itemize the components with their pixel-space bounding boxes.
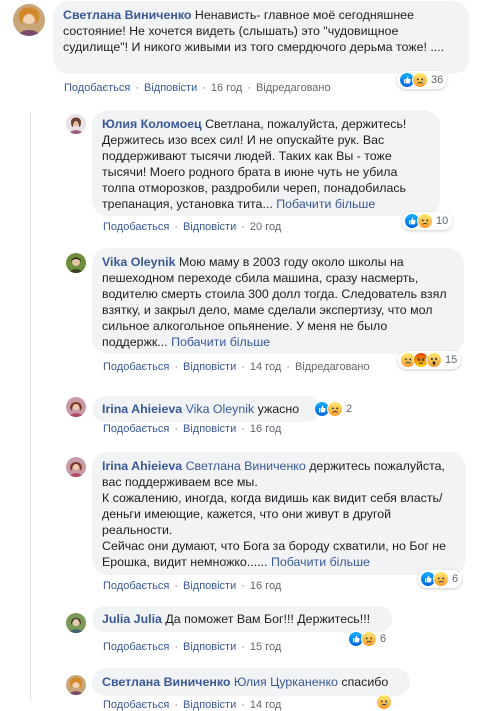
avatar[interactable] <box>66 457 86 477</box>
comment-text: спасибо <box>341 675 389 689</box>
author-name[interactable]: Irina Ahieieva <box>102 402 182 416</box>
sad-icon <box>433 571 449 587</box>
author-name[interactable]: Светлана Виниченко <box>102 675 230 689</box>
comment-bubble: Светлана Виниченко Юлия Цурканенко спаси… <box>92 668 410 696</box>
timestamp[interactable]: 14 год <box>250 361 281 373</box>
timestamp[interactable]: 16 год <box>211 82 242 94</box>
reaction-summary[interactable]: 6 <box>418 570 463 588</box>
author-name[interactable]: Светлана Виниченко <box>63 8 191 22</box>
timestamp[interactable]: 16 год <box>250 580 281 592</box>
comment-bubble: Irina Ahieieva Vika Oleynik ужасно <box>92 396 320 422</box>
thread-line <box>30 112 31 700</box>
sad-icon <box>361 631 377 647</box>
timestamp[interactable]: 15 год <box>250 641 281 653</box>
edited-label[interactable]: Відредаговано <box>256 82 331 94</box>
author-name[interactable]: Vika Oleynik <box>102 255 175 269</box>
author-name[interactable]: Irina Ahieieva <box>102 459 182 473</box>
sad-icon <box>327 401 343 417</box>
comment-actions: Подобається · Відповісти · 20 год <box>103 221 282 233</box>
reaction-count: 36 <box>431 74 444 86</box>
comment-actions: Подобається · Відповісти · 16 год <box>103 580 282 592</box>
like-button[interactable]: Подобається <box>103 699 169 711</box>
timestamp[interactable]: 14 год <box>250 699 281 711</box>
mention-link[interactable]: Светлана Виниченко <box>186 459 306 473</box>
reaction-summary[interactable]: 36 <box>397 71 448 89</box>
see-more-link[interactable]: Побачити більше <box>271 555 370 569</box>
comment-text: К сожалению, иногда, когда видишь как ви… <box>102 491 443 537</box>
comment-actions: Подобається · Відповісти · 16 год · Відредагов… <box>64 82 331 94</box>
comment-bubble: Юлия Коломоец Светлана, пожалуйста, держ… <box>92 110 440 216</box>
timestamp[interactable]: 16 год <box>250 423 281 435</box>
reply-button[interactable]: Відповісти <box>183 580 236 592</box>
sad-icon <box>376 694 392 710</box>
comment-actions: Подобається · Відповісти · 14 год · Відредагов… <box>103 361 370 373</box>
like-button[interactable]: Подобається <box>64 82 130 94</box>
reaction-summary[interactable]: 2 <box>312 400 356 418</box>
avatar[interactable] <box>66 613 86 633</box>
reply-button[interactable]: Відповісти <box>183 641 236 653</box>
reaction-count: 10 <box>436 215 449 227</box>
comment-text: ужасно <box>257 402 300 416</box>
avatar[interactable] <box>66 253 86 273</box>
comment-text: Да поможет Вам Бог!!! Держитесь!!! <box>165 612 371 626</box>
reaction-count: 6 <box>452 573 459 585</box>
avatar[interactable] <box>13 4 45 36</box>
reaction-summary[interactable] <box>374 693 393 711</box>
see-more-link[interactable]: Побачити більше <box>171 335 270 349</box>
like-button[interactable]: Подобається <box>103 641 169 653</box>
see-more-link[interactable]: Побачити більше <box>276 197 375 211</box>
author-name[interactable]: Julia Julia <box>102 612 162 626</box>
sad-icon <box>417 213 433 229</box>
timestamp[interactable]: 20 год <box>250 221 281 233</box>
edited-label[interactable]: Відредаговано <box>295 361 370 373</box>
reaction-summary[interactable]: 15 <box>398 351 462 369</box>
reaction-count: 15 <box>445 354 458 366</box>
comment-bubble: Irina Ahieieva Светлана Виниченко держит… <box>92 452 466 575</box>
wow-icon <box>426 352 442 368</box>
reaction-summary[interactable]: 6 <box>346 630 390 648</box>
comment-bubble: Светлана Виниченко Ненависть- главное мо… <box>53 1 469 74</box>
avatar[interactable] <box>66 397 86 417</box>
avatar[interactable] <box>66 675 86 695</box>
mention-link[interactable]: Vika Oleynik <box>186 402 255 416</box>
like-button[interactable]: Подобається <box>103 221 169 233</box>
comment-bubble: Vika Oleynik Мою маму в 2003 году около … <box>92 248 464 354</box>
comment-actions: Подобається · Відповісти · 14 год <box>103 699 282 711</box>
reply-button[interactable]: Відповісти <box>183 361 236 373</box>
sad-icon <box>412 72 428 88</box>
reaction-count: 2 <box>346 403 353 415</box>
reply-button[interactable]: Відповісти <box>183 221 236 233</box>
comment-actions: Подобається · Відповісти · 16 год <box>103 423 282 435</box>
reaction-summary[interactable]: 10 <box>402 212 453 230</box>
comment-actions: Подобається · Відповісти · 15 год <box>103 641 282 653</box>
like-button[interactable]: Подобається <box>103 580 169 592</box>
avatar[interactable] <box>66 114 86 134</box>
mention-link[interactable]: Юлия Цурканенко <box>234 675 338 689</box>
author-name[interactable]: Юлия Коломоец <box>102 117 202 131</box>
reaction-count: 6 <box>380 633 387 645</box>
comment-text: Мою маму в 2003 году около школы на пеше… <box>102 255 447 349</box>
reply-button[interactable]: Відповісти <box>183 699 236 711</box>
reply-button[interactable]: Відповісти <box>144 82 197 94</box>
like-button[interactable]: Подобається <box>103 423 169 435</box>
like-button[interactable]: Подобається <box>103 361 169 373</box>
comment-bubble: Julia Julia Да поможет Вам Бог!!! Держит… <box>92 606 392 632</box>
reply-button[interactable]: Відповісти <box>183 423 236 435</box>
